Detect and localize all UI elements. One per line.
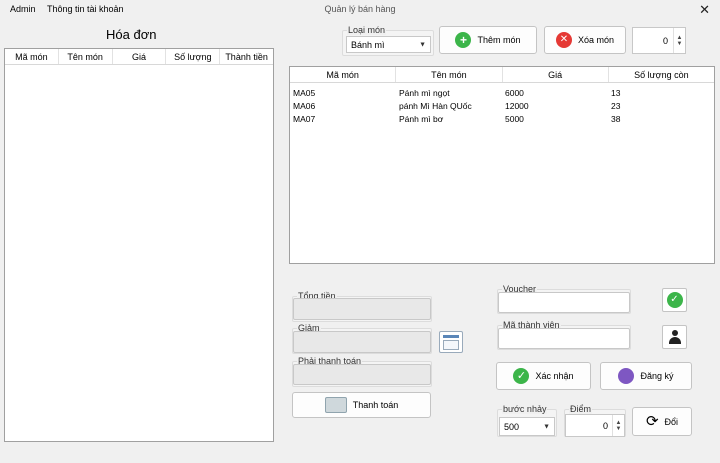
- arrow-down-icon[interactable]: ▼: [677, 41, 683, 47]
- pay-label: Thanh toán: [352, 400, 399, 410]
- table-cell: pánh Mì Hàn QUốc: [399, 100, 472, 111]
- discount-field: [293, 331, 431, 353]
- column-header[interactable]: Số lượng còn: [609, 67, 714, 82]
- check-circle-icon: ✓: [513, 368, 530, 384]
- quantity-value: 0: [662, 35, 668, 46]
- member-id-input[interactable]: [498, 328, 630, 349]
- invoice-title: Hóa đơn: [106, 27, 157, 42]
- column-header[interactable]: Giá: [503, 67, 609, 82]
- invoice-table[interactable]: Mã món Tên món Giá Số lượng Thành tiền: [4, 48, 274, 442]
- spin-arrows-icon[interactable]: ▲ ▼: [612, 415, 624, 436]
- category-select[interactable]: Bánh mì ▼: [346, 36, 431, 53]
- table-cell: MA07: [293, 113, 316, 124]
- column-header[interactable]: Số lượng: [166, 49, 221, 64]
- table-row[interactable]: MA06 pánh Mì Hàn QUốc 12000 23: [290, 99, 714, 112]
- table-row[interactable]: MA07 Pánh mì bơ 5000 38: [290, 112, 714, 125]
- exchange-label: Đổi: [664, 416, 679, 427]
- points-value: 0: [602, 420, 608, 431]
- column-header[interactable]: Giá: [113, 49, 167, 64]
- cash-register-icon: [324, 397, 347, 413]
- category-value: Bánh mì: [351, 39, 385, 50]
- table-row[interactable]: MA05 Pánh mì ngọt 6000 13: [290, 86, 714, 99]
- member-lookup-button[interactable]: [662, 325, 687, 349]
- apply-voucher-button[interactable]: ✓: [662, 288, 687, 312]
- avatar-icon: [618, 368, 635, 384]
- step-label: bước nhảy: [502, 404, 548, 414]
- add-item-label: Thêm món: [477, 35, 521, 45]
- check-icon: ✓: [666, 292, 683, 308]
- table-cell: Pánh mì bơ: [399, 113, 444, 124]
- spin-arrows-icon[interactable]: ▲ ▼: [673, 28, 685, 53]
- table-cell: 38: [611, 113, 621, 124]
- points-label: Điểm: [569, 404, 593, 414]
- table-cell: MA05: [293, 87, 316, 98]
- step-select[interactable]: 500 ▼: [499, 417, 555, 436]
- close-circle-icon: ✕: [555, 32, 572, 48]
- calculator-icon[interactable]: [439, 331, 463, 353]
- refresh-icon: ⟳: [645, 413, 659, 430]
- chevron-down-icon: ▼: [543, 423, 550, 430]
- confirm-button[interactable]: ✓ Xác nhận: [496, 362, 591, 390]
- confirm-label: Xác nhận: [535, 371, 574, 381]
- register-button[interactable]: Đăng ký: [600, 362, 692, 390]
- table-cell: 13: [611, 87, 621, 98]
- menu-table-header: Mã món Tên món Giá Số lượng còn: [290, 67, 714, 83]
- category-label: Loại món: [347, 25, 387, 35]
- invoice-table-header: Mã món Tên món Giá Số lượng Thành tiền: [5, 49, 273, 65]
- column-header[interactable]: Mã món: [290, 67, 397, 82]
- close-icon[interactable]: ✕: [699, 2, 710, 18]
- step-value: 500: [504, 421, 520, 432]
- table-cell: 5000: [505, 113, 524, 124]
- exchange-button[interactable]: ⟳ Đổi: [632, 407, 692, 436]
- column-header[interactable]: Mã món: [5, 49, 59, 64]
- payable-field: [293, 364, 431, 385]
- table-cell: 6000: [505, 87, 524, 98]
- table-cell: 23: [611, 100, 621, 111]
- quantity-stepper[interactable]: 0 ▲ ▼: [632, 27, 686, 54]
- column-header[interactable]: Thành tiền: [220, 49, 273, 64]
- remove-item-button[interactable]: ✕ Xóa món: [544, 26, 626, 54]
- plus-icon: +: [455, 32, 472, 48]
- menu-items-table[interactable]: Mã món Tên món Giá Số lượng còn MA05 Pán…: [289, 66, 715, 264]
- register-label: Đăng ký: [640, 371, 674, 381]
- window-title: Quản lý bán hàng: [324, 4, 396, 14]
- arrow-down-icon[interactable]: ▼: [616, 426, 622, 432]
- column-header[interactable]: Tên món: [59, 49, 113, 64]
- user-icon: [668, 330, 682, 344]
- remove-item-label: Xóa món: [577, 35, 615, 45]
- pay-button[interactable]: Thanh toán: [292, 392, 431, 418]
- table-cell: Pánh mì ngọt: [399, 87, 450, 98]
- total-field: [293, 298, 431, 320]
- table-cell: 12000: [505, 100, 529, 111]
- table-cell: MA06: [293, 100, 316, 111]
- column-header[interactable]: Tên món: [396, 67, 503, 82]
- voucher-input[interactable]: [498, 292, 630, 313]
- points-stepper[interactable]: 0 ▲ ▼: [565, 414, 625, 437]
- chevron-down-icon: ▼: [419, 41, 426, 48]
- add-item-button[interactable]: + Thêm món: [439, 26, 537, 54]
